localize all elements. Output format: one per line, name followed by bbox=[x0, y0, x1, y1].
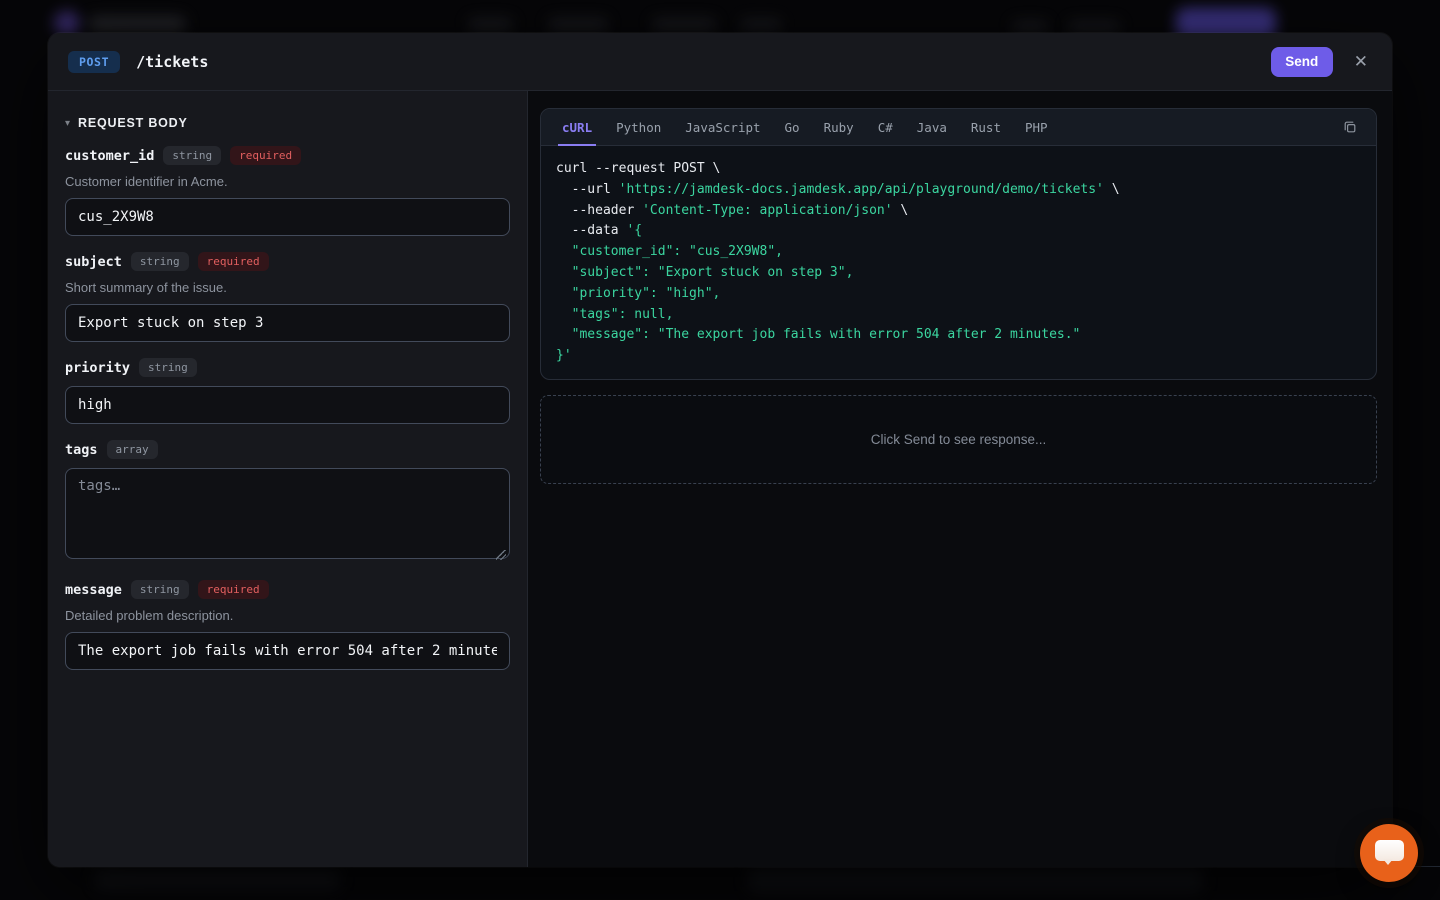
field-group: tags array bbox=[65, 440, 510, 564]
close-icon[interactable]: ✕ bbox=[1346, 49, 1376, 74]
required-badge: required bbox=[198, 580, 269, 599]
code-line: "priority": "high", bbox=[556, 284, 1361, 305]
code-line: --data '{ bbox=[556, 221, 1361, 242]
chat-bubble-icon bbox=[1375, 840, 1404, 861]
http-method-badge: POST bbox=[68, 51, 120, 73]
type-badge: string bbox=[131, 580, 189, 599]
code-line: "tags": null, bbox=[556, 305, 1361, 326]
type-badge: string bbox=[139, 358, 197, 377]
tab-javascript[interactable]: JavaScript bbox=[685, 109, 760, 145]
field-description: Short summary of the issue. bbox=[65, 280, 510, 295]
field-header: customer_id string required bbox=[65, 146, 510, 165]
priority-input[interactable] bbox=[65, 386, 510, 424]
type-badge: string bbox=[131, 252, 189, 271]
required-badge: required bbox=[198, 252, 269, 271]
background-header-links bbox=[1012, 21, 1048, 31]
field-control bbox=[65, 632, 510, 670]
code-line: "message": "The export job fails with er… bbox=[556, 325, 1361, 346]
field-control bbox=[65, 198, 510, 236]
background-footer-content bbox=[95, 868, 340, 890]
background-header-links bbox=[1068, 21, 1120, 31]
field-header: tags array bbox=[65, 440, 510, 459]
api-playground-modal: POST /tickets Send ✕ ▾ REQUEST BODY cust… bbox=[48, 33, 1392, 867]
chat-launcher-button[interactable] bbox=[1360, 824, 1418, 882]
field-description: Detailed problem description. bbox=[65, 608, 510, 623]
tab-ruby[interactable]: Ruby bbox=[824, 109, 854, 145]
tab-php[interactable]: PHP bbox=[1025, 109, 1048, 145]
tags-textarea[interactable] bbox=[65, 468, 510, 559]
background-nav-items bbox=[740, 18, 782, 30]
background-nav-items bbox=[548, 18, 608, 30]
tab-python[interactable]: Python bbox=[616, 109, 661, 145]
response-placeholder: Click Send to see response... bbox=[540, 395, 1377, 484]
type-badge: string bbox=[163, 146, 221, 165]
tab-java[interactable]: Java bbox=[917, 109, 947, 145]
header-actions: Send ✕ bbox=[1271, 47, 1376, 77]
field-control bbox=[65, 304, 510, 342]
subject-input[interactable] bbox=[65, 304, 510, 342]
field-group: message string required Detailed problem… bbox=[65, 580, 510, 670]
code-block: curl --request POST \ --url 'https://jam… bbox=[541, 146, 1376, 379]
fields-list: customer_id string required Customer ide… bbox=[65, 146, 510, 670]
field-name-label: customer_id bbox=[65, 148, 154, 164]
field-header: priority string bbox=[65, 358, 510, 377]
background-footer-content bbox=[748, 866, 1203, 892]
field-control bbox=[65, 468, 510, 564]
tab-c[interactable]: C# bbox=[878, 109, 893, 145]
modal-header: POST /tickets Send ✕ bbox=[48, 33, 1392, 91]
section-title: REQUEST BODY bbox=[78, 116, 188, 130]
code-line: --url 'https://jamdesk-docs.jamdesk.app/… bbox=[556, 180, 1361, 201]
field-name-label: priority bbox=[65, 360, 130, 376]
tab-curl[interactable]: cURL bbox=[562, 109, 592, 145]
field-description: Customer identifier in Acme. bbox=[65, 174, 510, 189]
background-logo-glow bbox=[54, 11, 80, 35]
resize-handle-icon[interactable] bbox=[496, 550, 506, 560]
field-name-label: message bbox=[65, 582, 122, 598]
background-nav-items bbox=[652, 18, 716, 30]
code-sample-panel: cURLPythonJavaScriptGoRubyC#JavaRustPHP … bbox=[528, 91, 1392, 867]
required-badge: required bbox=[230, 146, 301, 165]
copy-icon[interactable] bbox=[1338, 115, 1362, 139]
code-line: --header 'Content-Type: application/json… bbox=[556, 201, 1361, 222]
code-line: "customer_id": "cus_2X9W8", bbox=[556, 242, 1361, 263]
language-tab-bar: cURL Python JavaScript Go Ruby C# Java Rust PHP bbox=[541, 109, 1376, 146]
message-input[interactable] bbox=[65, 632, 510, 670]
tab-rust[interactable]: Rust bbox=[971, 109, 1001, 145]
code-line: curl --request POST \ bbox=[556, 159, 1361, 180]
type-badge: array bbox=[107, 440, 158, 459]
field-header: message string required bbox=[65, 580, 510, 599]
background-nav-items bbox=[468, 18, 513, 30]
field-name-label: tags bbox=[65, 442, 98, 458]
field-group: subject string required Short summary of… bbox=[65, 252, 510, 342]
field-name-label: subject bbox=[65, 254, 122, 270]
field-header: subject string required bbox=[65, 252, 510, 271]
field-control bbox=[65, 386, 510, 424]
code-line: }' bbox=[556, 346, 1361, 367]
tab-go[interactable]: Go bbox=[785, 109, 800, 145]
background-logo-text bbox=[88, 16, 186, 31]
code-snippet-card: cURLPythonJavaScriptGoRubyC#JavaRustPHP … bbox=[540, 108, 1377, 380]
field-group: customer_id string required Customer ide… bbox=[65, 146, 510, 236]
customer_id-input[interactable] bbox=[65, 198, 510, 236]
request-body-panel: ▾ REQUEST BODY customer_id string requir… bbox=[48, 91, 528, 867]
field-group: priority string bbox=[65, 358, 510, 424]
modal-body: ▾ REQUEST BODY customer_id string requir… bbox=[48, 91, 1392, 867]
endpoint-path: /tickets bbox=[136, 53, 208, 71]
send-button[interactable]: Send bbox=[1271, 47, 1333, 77]
response-placeholder-text: Click Send to see response... bbox=[871, 432, 1047, 447]
chevron-down-icon: ▾ bbox=[65, 118, 70, 129]
code-line: "subject": "Export stuck on step 3", bbox=[556, 263, 1361, 284]
request-body-section-header[interactable]: ▾ REQUEST BODY bbox=[65, 116, 510, 130]
